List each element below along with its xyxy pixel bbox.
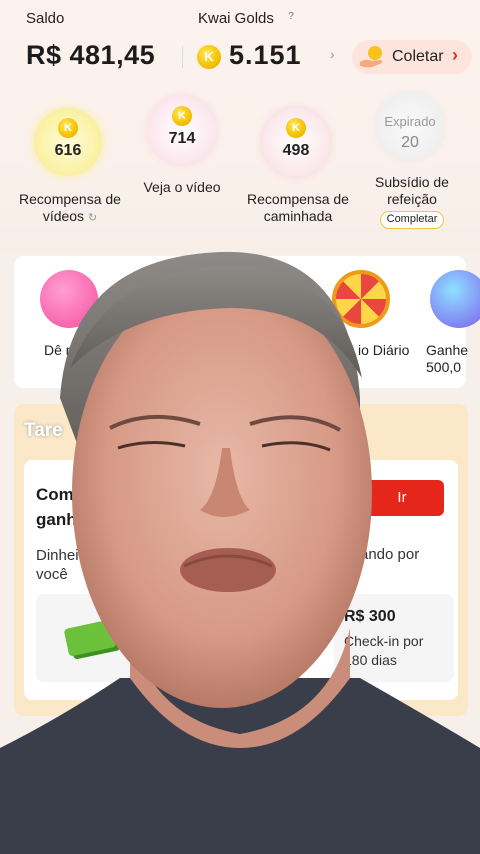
chevron-right-icon: › xyxy=(452,45,458,65)
coletar-label: Coletar xyxy=(392,48,444,65)
wallet-header: Saldo Kwai Golds ? R$ 481,45 K 5.151 › C… xyxy=(0,0,480,250)
divider xyxy=(182,46,183,68)
hand-coin-icon xyxy=(360,46,383,68)
reward-bubble-meal[interactable]: Expirado 20 xyxy=(376,92,444,160)
kwai-golds-label: Kwai Golds xyxy=(198,10,274,27)
reward-label-watch: Veja o vídeo xyxy=(143,179,221,195)
reward-bubble-videos[interactable]: K 616 xyxy=(34,108,102,176)
help-icon[interactable]: ? xyxy=(284,10,298,24)
expired-label: Expirado xyxy=(384,114,436,129)
reward-value: 714 xyxy=(168,130,196,147)
kwai-coin-icon: K xyxy=(286,118,306,138)
saldo-label: Saldo xyxy=(26,10,65,27)
reward-label-videos: Recompensa de vídeos ↻ xyxy=(10,191,130,227)
reward-value: 616 xyxy=(54,142,82,159)
refresh-icon[interactable]: ↻ xyxy=(88,212,97,224)
kwai-coin-icon: K xyxy=(172,106,192,126)
golds-value[interactable]: 5.151 xyxy=(229,40,302,71)
reward-value: 498 xyxy=(282,142,310,159)
chevron-right-icon[interactable]: › xyxy=(330,46,335,62)
person-video-overlay xyxy=(0,251,480,854)
reward-bubble-walking[interactable]: K 498 xyxy=(262,108,330,176)
reward-label-meal: Subsídio de refeição xyxy=(375,174,449,207)
coletar-button[interactable]: Coletar › xyxy=(352,40,472,74)
reward-bubble-watch[interactable]: K 714 xyxy=(148,96,216,164)
kwai-coin-icon: K xyxy=(197,45,221,69)
saldo-value[interactable]: R$ 481,45 xyxy=(26,40,155,71)
reward-label-text: Recompensa de vídeos xyxy=(19,191,121,224)
reward-value: 20 xyxy=(401,134,419,151)
completar-button[interactable]: Completar xyxy=(380,211,444,229)
kwai-coin-icon: K xyxy=(58,118,78,138)
reward-label-walking: Recompensa de caminhada xyxy=(247,191,349,224)
